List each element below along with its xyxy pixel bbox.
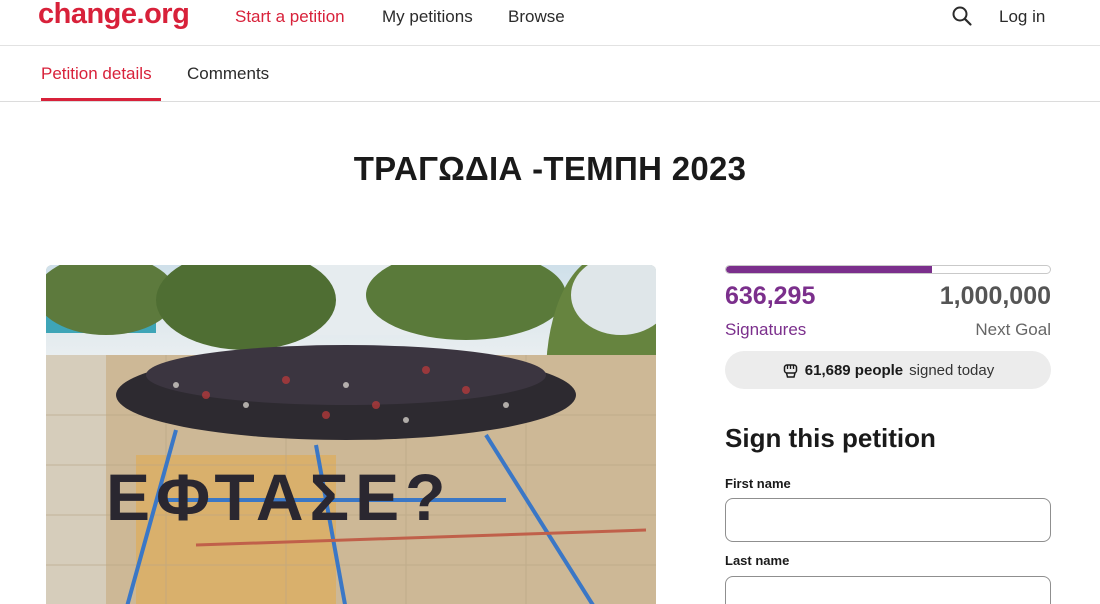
petition-tabs: Petition details Comments [0,47,1100,102]
page-title: ΤΡΑΓΩΔΙΑ -ΤΕΜΠΗ 2023 [353,150,747,187]
first-name-field[interactable] [725,498,1051,542]
top-navigation: change.org Start a petition My petitions… [0,0,1100,46]
photo-backpack-text: ΕΦΤΑΣΕ? [106,460,451,534]
login-link[interactable]: Log in [999,7,1045,27]
sign-petition-heading: Sign this petition [725,423,936,453]
signature-count: 636,295 [725,282,816,310]
last-name-field[interactable] [725,576,1051,604]
search-icon[interactable] [951,5,973,27]
start-petition-link[interactable]: Start a petition [235,7,345,27]
signed-today-badge: 61,689 people signed today [725,351,1051,389]
goal-count: 1,000,000 [939,282,1051,310]
my-petitions-link[interactable]: My petitions [382,7,473,27]
next-goal-label: Next Goal [975,320,1051,339]
active-tab-indicator [41,98,161,101]
tab-petition-details[interactable]: Petition details [41,64,152,84]
petition-photo: ΕΦΤΑΣΕ? [46,265,656,604]
today-suffix: signed today [909,361,995,379]
last-name-label: Last name [725,553,790,568]
change-org-logo[interactable]: change.org [38,0,190,31]
signatures-label: Signatures [725,320,807,339]
tab-comments[interactable]: Comments [187,64,269,84]
signature-progress-bar [725,265,1051,274]
browse-link[interactable]: Browse [508,7,565,27]
signature-progress-fill [726,266,933,273]
fist-icon [782,362,799,379]
today-count: 61,689 people [804,361,904,379]
first-name-label: First name [725,476,791,491]
